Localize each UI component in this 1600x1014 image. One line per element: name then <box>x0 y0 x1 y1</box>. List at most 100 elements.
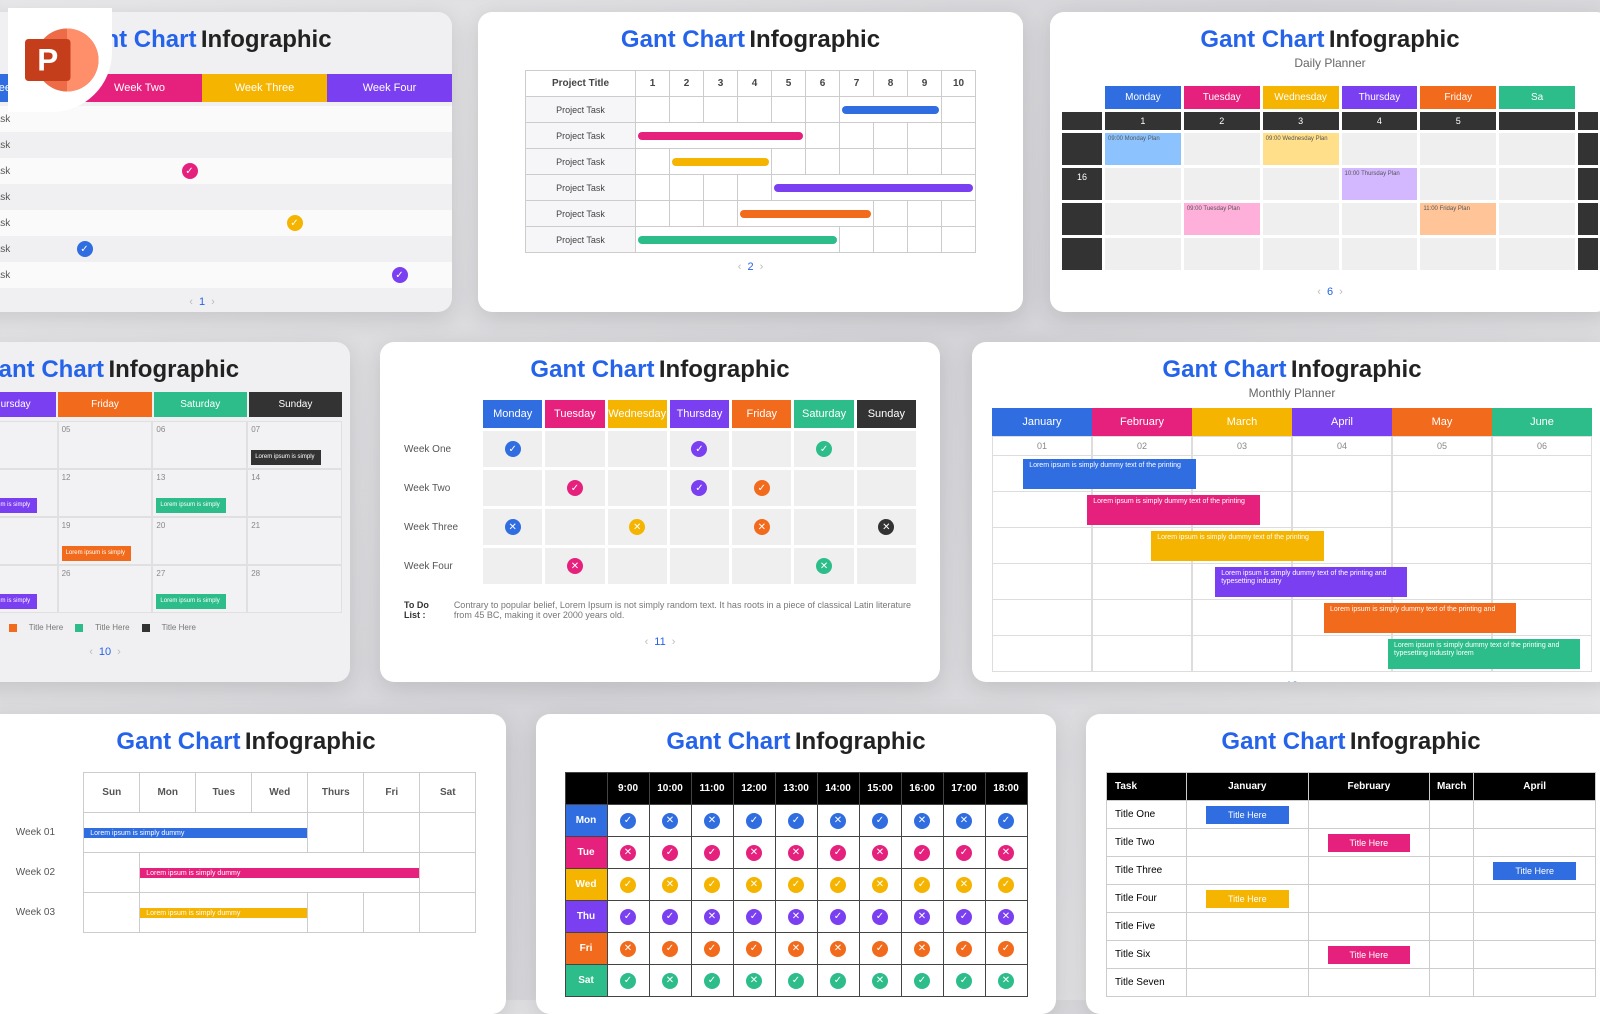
week-label: Week Two <box>404 470 480 506</box>
check-icon: ✓ <box>704 877 720 893</box>
x-icon: ✕ <box>662 973 678 989</box>
x-icon: ✕ <box>956 813 972 829</box>
week-header: Week Four <box>327 74 452 102</box>
plan-cell: 09:00 Monday Plan <box>1105 133 1181 165</box>
status-cell: ✓ <box>732 470 791 506</box>
check-icon: ✓ <box>505 441 521 457</box>
empty-cell <box>1263 168 1339 200</box>
gantt-bar: Lorem ipsum is simply dummy text of the … <box>1023 459 1196 489</box>
day-header: Friday <box>732 400 791 428</box>
x-icon: ✕ <box>620 845 636 861</box>
day-header: Friday <box>1420 86 1496 109</box>
x-icon: ✕ <box>914 813 930 829</box>
month-header: May <box>1392 408 1492 436</box>
empty-cell <box>1499 168 1575 200</box>
x-icon: ✕ <box>788 909 804 925</box>
day-header: Monday <box>483 400 542 428</box>
empty-cell <box>1420 238 1496 270</box>
monthly-planner-body: Lorem ipsum is simply dummy text of the … <box>972 456 1600 672</box>
status-cell <box>608 431 667 467</box>
legend: Title HereTitle HereTitle HereTitle Here… <box>0 617 350 638</box>
status-cell <box>857 431 916 467</box>
status-cell: ✕ <box>794 548 853 584</box>
task-row: Project Task <box>0 132 452 158</box>
week-label: Week Four <box>404 548 480 584</box>
day-header: Tuesday <box>545 400 604 428</box>
calendar-cell: 21 <box>247 517 342 565</box>
status-cell: ✓ <box>483 431 542 467</box>
check-icon: ✓ <box>567 480 583 496</box>
slide-5: Gant Chart Infographic MondayTuesdayWedn… <box>380 342 940 682</box>
status-cell <box>670 548 729 584</box>
x-icon: ✕ <box>998 845 1014 861</box>
check-icon: ✓ <box>830 909 846 925</box>
status-cell: ✕ <box>608 509 667 545</box>
check-icon: ✓ <box>914 973 930 989</box>
pager: ‹6› <box>1050 278 1600 306</box>
check-icon: ✓ <box>182 163 198 179</box>
powerpoint-icon: P <box>8 8 112 112</box>
x-icon: ✕ <box>746 877 762 893</box>
plan-cell: 11:00 Friday Plan <box>1420 203 1496 235</box>
pill: Title Here <box>1328 834 1411 852</box>
day-header: Sunday <box>249 392 342 417</box>
status-cell <box>670 509 729 545</box>
empty-cell <box>1184 133 1260 165</box>
slide-6: Gant Chart Infographic Monthly Planner J… <box>972 342 1600 682</box>
week-gantt-table: SunMonTuesWedThursFriSatWeek 01Lorem ips… <box>16 772 477 933</box>
svg-text:P: P <box>37 42 58 78</box>
check-icon: ✓ <box>620 909 636 925</box>
week-label: Week One <box>404 431 480 467</box>
status-cell <box>483 548 542 584</box>
status-cell <box>857 470 916 506</box>
check-icon: ✓ <box>691 441 707 457</box>
check-icon: ✓ <box>914 845 930 861</box>
status-cell: ✓ <box>545 470 604 506</box>
plan-cell: 10:00 Thursday Plan <box>1342 168 1418 200</box>
slide-8: Gant Chart Infographic 9:0010:0011:0012:… <box>536 714 1056 1014</box>
check-icon: ✓ <box>662 909 678 925</box>
status-cell: ✕ <box>483 509 542 545</box>
x-icon: ✕ <box>830 813 846 829</box>
x-icon: ✕ <box>956 877 972 893</box>
check-icon: ✓ <box>662 845 678 861</box>
empty-cell <box>1342 203 1418 235</box>
status-cell <box>794 509 853 545</box>
empty-cell <box>1420 168 1496 200</box>
gantt-table: Project Title12345678910Project TaskProj… <box>525 70 976 253</box>
week-status-grid: MondayTuesdayWednesdayThursdayFridaySatu… <box>380 392 940 592</box>
status-cell: ✕ <box>857 509 916 545</box>
slide-9: Gant Chart Infographic TaskJanuaryFebrua… <box>1086 714 1600 1014</box>
check-icon: ✓ <box>998 813 1014 829</box>
x-icon: ✕ <box>872 845 888 861</box>
pager: ‹13› <box>972 672 1600 682</box>
task-month-table: TaskJanuaryFebruaryMarchAprilTitle OneTi… <box>1106 772 1596 997</box>
day-header: Tuesday <box>1184 86 1260 109</box>
calendar-cell: 04 <box>0 421 58 469</box>
x-icon: ✕ <box>505 519 521 535</box>
x-icon: ✕ <box>788 845 804 861</box>
calendar-cell: 06 <box>152 421 247 469</box>
check-icon: ✓ <box>392 267 408 283</box>
check-icon: ✓ <box>77 241 93 257</box>
check-icon: ✓ <box>287 215 303 231</box>
empty-cell <box>1499 238 1575 270</box>
pager: ‹10› <box>0 638 350 666</box>
day-header: Monday <box>1105 86 1181 109</box>
day-header: Friday <box>58 392 151 417</box>
slide-3: Gant Chart Infographic Daily Planner Mon… <box>1050 12 1600 312</box>
month-header: JanuaryFebruaryMarchAprilMayJune <box>972 408 1600 436</box>
check-icon: ✓ <box>746 813 762 829</box>
gantt-bar: Lorem ipsum is simply dummy text of the … <box>1215 567 1407 597</box>
empty-cell <box>1499 203 1575 235</box>
check-icon: ✓ <box>872 941 888 957</box>
task-row: Project Task✓ <box>0 236 452 262</box>
x-icon: ✕ <box>746 845 762 861</box>
slide-2: Gant Chart Infographic Project Title1234… <box>478 12 1023 312</box>
calendar-cell: 26 <box>58 565 153 613</box>
empty-cell <box>1105 168 1181 200</box>
check-icon: ✓ <box>788 813 804 829</box>
day-header: Wednesday <box>1263 86 1339 109</box>
calendar-cell: 07Lorem ipsum is simply <box>247 421 342 469</box>
empty-cell <box>1263 203 1339 235</box>
